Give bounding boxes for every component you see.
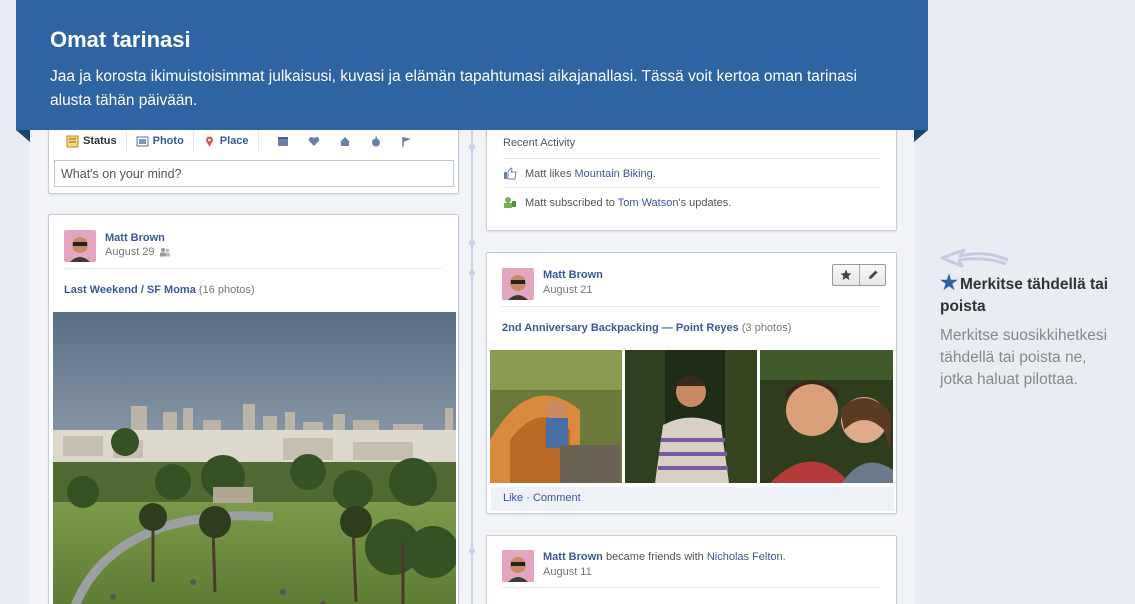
tab-status-label: Status bbox=[83, 135, 117, 147]
heart-icon[interactable] bbox=[306, 134, 322, 148]
album-link[interactable]: 2nd Anniversary Backpacking — Point Reye… bbox=[502, 322, 739, 334]
activity-link[interactable]: Mountain Biking bbox=[575, 168, 653, 180]
post-date: August 11 bbox=[543, 566, 592, 578]
friend-link[interactable]: Nicholas Felton bbox=[707, 551, 783, 563]
composer-tabs: Status Photo Place bbox=[57, 130, 415, 152]
friendship-story: Matt Brown became friends with Nicholas … bbox=[543, 551, 786, 563]
subscribe-icon bbox=[504, 197, 516, 208]
divider bbox=[502, 306, 880, 307]
status-input[interactable]: What's on your mind? bbox=[54, 160, 454, 187]
timeline-dot bbox=[469, 270, 475, 276]
status-icon bbox=[66, 135, 79, 147]
star-icon: ★ bbox=[940, 272, 958, 294]
tip-title: ★ Merkitse tähdellä tai poista bbox=[940, 272, 1109, 315]
like-icon bbox=[504, 167, 517, 180]
post-date-text: August 29 bbox=[105, 246, 155, 258]
divider bbox=[64, 268, 442, 269]
recent-activity-title: Recent Activity bbox=[503, 137, 576, 149]
post-date: August 29 bbox=[105, 246, 171, 258]
activity-text: Matt subscribed to Tom Watson's updates. bbox=[525, 196, 732, 209]
timeline-post: Matt Brown August 21 2nd Anniversary Bac… bbox=[486, 252, 897, 514]
post-author[interactable]: Matt Brown bbox=[543, 269, 603, 281]
banner-title: Omat tarinasi bbox=[50, 27, 191, 52]
post-controls bbox=[832, 264, 886, 286]
album-count: (16 photos) bbox=[198, 284, 255, 296]
intro-banner: Omat tarinasi Jaa ja korosta ikimuistois… bbox=[16, 0, 928, 130]
recent-activity-card: Recent Activity Matt likes Mountain Biki… bbox=[486, 118, 897, 231]
post-date-text: August 21 bbox=[543, 284, 593, 296]
banner-fold-left bbox=[16, 130, 30, 142]
timeline-spine bbox=[471, 130, 473, 604]
flag-icon[interactable] bbox=[399, 134, 415, 148]
divider bbox=[503, 187, 881, 188]
divider bbox=[502, 587, 880, 588]
timeline-post: Matt Brown became friends with Nicholas … bbox=[486, 535, 897, 604]
avatar[interactable] bbox=[502, 268, 534, 300]
comment-link[interactable]: Comment bbox=[533, 492, 581, 504]
edit-button[interactable] bbox=[859, 265, 885, 285]
album-photo[interactable] bbox=[490, 350, 622, 483]
post-actions: Like · Comment bbox=[491, 487, 894, 511]
activity-row: Matt likes Mountain Biking. bbox=[503, 167, 656, 180]
album-photo[interactable] bbox=[53, 312, 456, 604]
health-icon[interactable] bbox=[368, 134, 384, 148]
activity-text: Matt likes Mountain Biking. bbox=[525, 167, 656, 180]
timeline-dot bbox=[469, 240, 475, 246]
event-icon[interactable] bbox=[275, 134, 291, 148]
composer-mini-icons bbox=[275, 134, 415, 148]
tab-place[interactable]: Place bbox=[194, 130, 259, 152]
arrow-icon bbox=[940, 248, 1009, 268]
album-line: Last Weekend / SF Moma (16 photos) bbox=[64, 284, 255, 296]
album-photo[interactable] bbox=[760, 350, 893, 483]
avatar[interactable] bbox=[502, 550, 534, 582]
pencil-icon bbox=[868, 270, 877, 279]
tab-place-label: Place bbox=[219, 135, 249, 147]
timeline-dot bbox=[469, 548, 475, 554]
post-date: August 21 bbox=[543, 284, 593, 296]
banner-fold-right bbox=[914, 130, 928, 142]
star-icon bbox=[840, 269, 852, 280]
star-button[interactable] bbox=[833, 265, 859, 285]
home-icon[interactable] bbox=[337, 134, 353, 148]
tab-photo-label: Photo bbox=[152, 135, 184, 147]
divider bbox=[503, 158, 881, 159]
like-link[interactable]: Like bbox=[503, 492, 523, 504]
post-author[interactable]: Matt Brown bbox=[105, 232, 165, 244]
album-photo[interactable] bbox=[625, 350, 757, 483]
tab-status[interactable]: Status bbox=[57, 130, 127, 152]
banner-text: Jaa ja korosta ikimuistoisimmat julkaisu… bbox=[50, 68, 857, 109]
activity-row: Matt subscribed to Tom Watson's updates. bbox=[503, 196, 731, 209]
avatar[interactable] bbox=[64, 230, 96, 262]
photo-icon bbox=[136, 136, 149, 146]
tab-photo[interactable]: Photo bbox=[127, 130, 194, 152]
activity-link[interactable]: Tom Watson bbox=[618, 197, 679, 209]
album-count: (3 photos) bbox=[741, 322, 792, 334]
album-link[interactable]: Last Weekend / SF Moma bbox=[64, 284, 196, 296]
post-date-text: August 11 bbox=[543, 566, 592, 578]
tip-text: Merkitse suosikkihetkesi tähdellä tai po… bbox=[940, 327, 1108, 388]
timeline-dot bbox=[469, 144, 475, 150]
place-icon bbox=[205, 136, 213, 147]
star-tip: ★ Merkitse tähdellä tai poista Merkitse s… bbox=[940, 246, 1120, 391]
album-line: 2nd Anniversary Backpacking — Point Reye… bbox=[502, 322, 791, 334]
friends-icon bbox=[159, 248, 170, 257]
timeline-post: Matt Brown August 29 Last Weekend / SF M… bbox=[48, 214, 459, 604]
separator: · bbox=[523, 492, 533, 504]
post-author[interactable]: Matt Brown bbox=[543, 551, 603, 563]
